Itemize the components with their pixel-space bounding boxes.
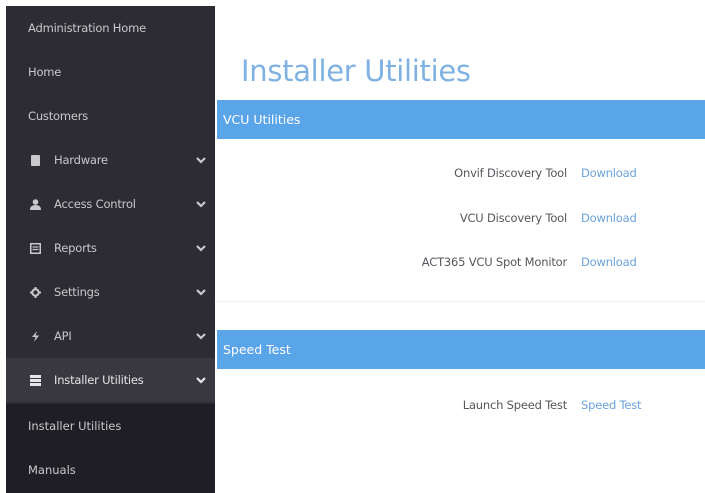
- sidebar-item-label: Hardware: [54, 153, 108, 167]
- sidebar: Administration Home Home Customers Hardw…: [6, 6, 215, 493]
- download-link-vcu-discovery-tool[interactable]: Download: [581, 211, 637, 225]
- sidebar-item-label: Access Control: [54, 197, 136, 211]
- download-link-onvif-discovery-tool[interactable]: Download: [581, 166, 637, 180]
- sidebar-item-access-control[interactable]: Access Control: [6, 182, 215, 226]
- gear-icon: [28, 286, 42, 298]
- sidebar-item-customers[interactable]: Customers: [6, 94, 215, 138]
- sidebar-item-label: Customers: [28, 109, 89, 123]
- sidebar-item-hardware[interactable]: Hardware: [6, 138, 215, 182]
- sidebar-item-home[interactable]: Home: [6, 50, 215, 94]
- bolt-icon: [28, 330, 42, 342]
- chevron-down-icon[interactable]: [195, 243, 207, 253]
- section-title: Speed Test: [223, 342, 291, 357]
- section-divider: [215, 301, 705, 302]
- tool-label: Onvif Discovery Tool: [454, 166, 567, 180]
- main-content: Installer Utilities VCU Utilities Onvif …: [215, 6, 705, 493]
- sidebar-item-installer-utilities[interactable]: Installer Utilities: [6, 358, 215, 402]
- installer-utilities-submenu: Installer Utilities Manuals: [6, 404, 215, 493]
- chevron-down-icon[interactable]: [195, 287, 207, 297]
- sidebar-item-label: Reports: [54, 241, 97, 255]
- reports-icon: [28, 242, 42, 254]
- tool-row-act365-spot-monitor: ACT365 VCU Spot Monitor Download: [215, 249, 705, 275]
- download-link-act365-vcu-spot-monitor[interactable]: Download: [581, 255, 637, 269]
- hardware-icon: [28, 154, 42, 166]
- chevron-down-icon[interactable]: [195, 331, 207, 341]
- submenu-item-manuals[interactable]: Manuals: [6, 448, 215, 492]
- chevron-down-icon[interactable]: [195, 199, 207, 209]
- submenu-item-label: Manuals: [28, 463, 76, 477]
- tool-row-launch-speed-test: Launch Speed Test Speed Test: [215, 392, 705, 418]
- user-icon: [28, 198, 42, 210]
- sidebar-item-administration-home[interactable]: Administration Home: [6, 6, 215, 50]
- tool-row-onvif-discovery: Onvif Discovery Tool Download: [215, 160, 705, 186]
- section-header-speed-test: Speed Test: [217, 330, 705, 369]
- speed-test-link[interactable]: Speed Test: [581, 398, 642, 412]
- section-header-vcu-utilities: VCU Utilities: [217, 100, 705, 139]
- server-icon: [28, 374, 42, 386]
- tool-row-vcu-discovery: VCU Discovery Tool Download: [215, 205, 705, 231]
- section-title: VCU Utilities: [223, 112, 301, 127]
- submenu-item-label: Installer Utilities: [28, 419, 122, 433]
- sidebar-item-label: Settings: [54, 285, 100, 299]
- sidebar-item-label: Administration Home: [28, 21, 146, 35]
- tool-label: ACT365 VCU Spot Monitor: [421, 255, 567, 269]
- tool-label: VCU Discovery Tool: [459, 211, 567, 225]
- submenu-item-installer-utilities[interactable]: Installer Utilities: [6, 404, 215, 448]
- page-title: Installer Utilities: [241, 54, 471, 88]
- sidebar-item-reports[interactable]: Reports: [6, 226, 215, 270]
- tool-label: Launch Speed Test: [462, 398, 567, 412]
- sidebar-item-label: Installer Utilities: [54, 373, 144, 387]
- sidebar-item-label: Home: [28, 65, 62, 79]
- sidebar-item-settings[interactable]: Settings: [6, 270, 215, 314]
- sidebar-item-label: API: [54, 329, 72, 343]
- chevron-down-icon[interactable]: [195, 375, 207, 385]
- sidebar-item-api[interactable]: API: [6, 314, 215, 358]
- chevron-down-icon[interactable]: [195, 155, 207, 165]
